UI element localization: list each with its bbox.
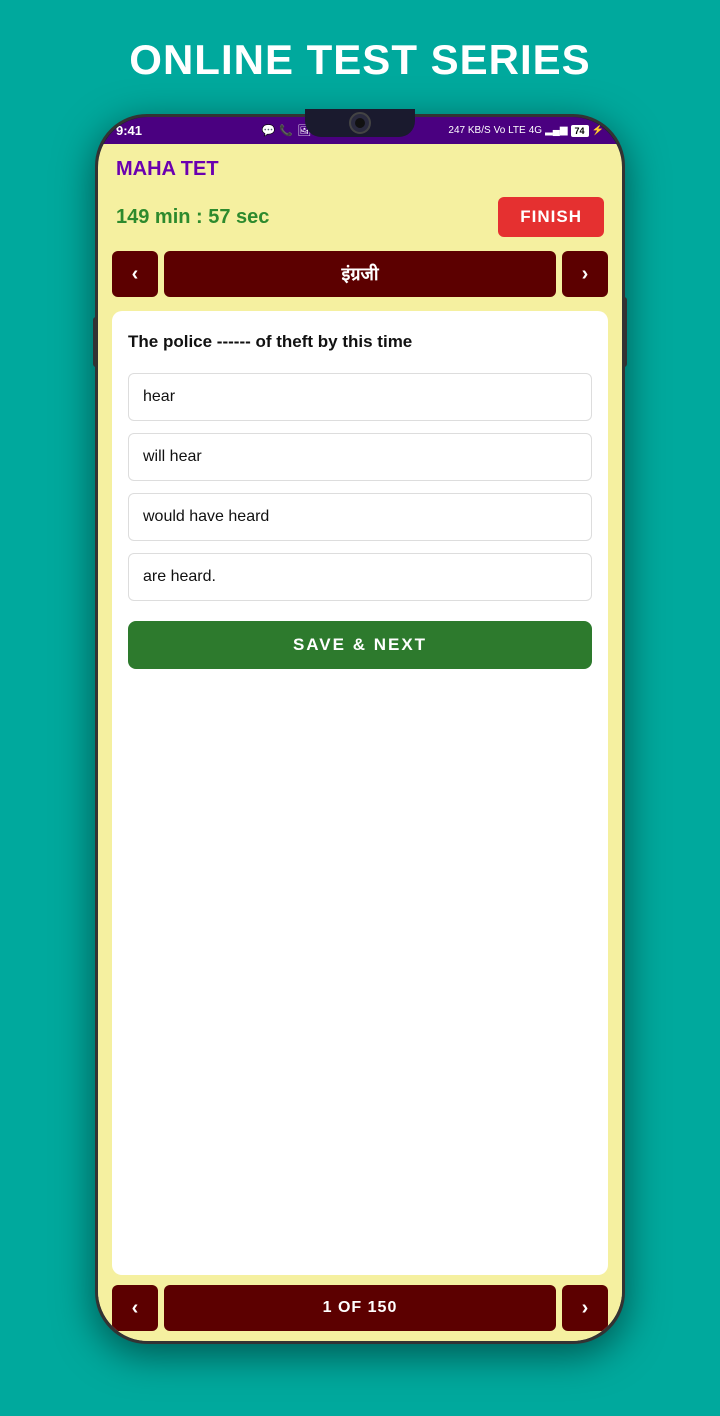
- timer-row: 149 min : 57 sec FINISH: [98, 189, 622, 251]
- subject-label: इंग्रजी: [164, 251, 556, 297]
- finish-button[interactable]: FINISH: [498, 197, 604, 237]
- prev-subject-button[interactable]: ‹: [112, 251, 158, 297]
- option-b[interactable]: will hear: [128, 433, 592, 481]
- signal-icon: ▂▄▆: [545, 125, 567, 136]
- battery-indicator: 74: [571, 125, 589, 137]
- option-a[interactable]: hear: [128, 373, 592, 421]
- app-header: MAHA TET: [98, 144, 622, 189]
- camera-lens-inner: [355, 118, 365, 128]
- next-subject-button[interactable]: ›: [562, 251, 608, 297]
- side-button-right: [622, 297, 627, 367]
- charging-icon: ⚡: [592, 125, 604, 136]
- next-question-button[interactable]: ›: [562, 1285, 608, 1331]
- phone-screen: 9:41 💬 📞 🖼 🔵 247 KB/S Vo LTE 4G ▂▄▆ 74 ⚡…: [98, 117, 622, 1341]
- phone-icon: 📞: [279, 124, 293, 137]
- option-c-text: would have heard: [143, 508, 269, 525]
- bottom-nav: ‹ 1 OF 150 ›: [98, 1275, 622, 1341]
- network-icon: 4G: [529, 125, 542, 136]
- status-right: 247 KB/S Vo LTE 4G ▂▄▆ 74 ⚡: [448, 125, 604, 137]
- question-card: The police ------ of theft by this time …: [112, 311, 608, 1275]
- question-text: The police ------ of theft by this time: [128, 329, 592, 355]
- timer-display: 149 min : 57 sec: [116, 206, 269, 229]
- subject-nav-row: ‹ इंग्रजी ›: [98, 251, 622, 311]
- option-d[interactable]: are heard.: [128, 553, 592, 601]
- option-c[interactable]: would have heard: [128, 493, 592, 541]
- camera-lens: [349, 112, 371, 134]
- status-time: 9:41: [116, 123, 142, 138]
- data-speed: 247 KB/S: [448, 125, 490, 136]
- page-title: ONLINE TEST SERIES: [129, 36, 590, 84]
- save-next-button[interactable]: SAVE & NEXT: [128, 621, 592, 669]
- question-counter: 1 OF 150: [164, 1285, 556, 1331]
- phone-shell: 9:41 💬 📞 🖼 🔵 247 KB/S Vo LTE 4G ▂▄▆ 74 ⚡…: [95, 114, 625, 1344]
- side-button-left: [93, 317, 98, 367]
- option-b-text: will hear: [143, 448, 202, 465]
- option-a-text: hear: [143, 388, 175, 405]
- option-d-text: are heard.: [143, 568, 216, 585]
- app-name: MAHA TET: [116, 158, 604, 181]
- whatsapp-icon: 💬: [262, 124, 276, 137]
- app-content: MAHA TET 149 min : 57 sec FINISH ‹ इंग्र…: [98, 144, 622, 1341]
- prev-question-button[interactable]: ‹: [112, 1285, 158, 1331]
- volte-icon: Vo LTE: [494, 125, 526, 136]
- camera-bump: [305, 109, 415, 137]
